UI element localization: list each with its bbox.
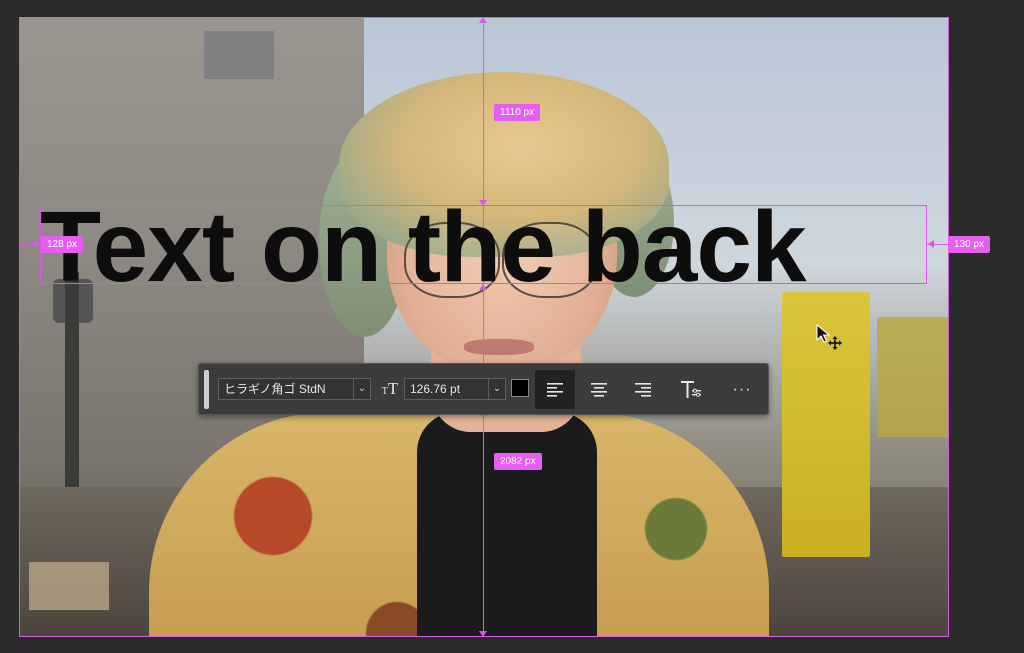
align-left-button[interactable] bbox=[535, 370, 575, 409]
toolbar-drag-handle[interactable] bbox=[204, 370, 209, 409]
font-family-select[interactable]: ヒラギノ角ゴ StdN ⌄ bbox=[218, 378, 371, 400]
top-guide-arrow-icon bbox=[479, 17, 487, 23]
measure-top: 1110 px bbox=[494, 104, 541, 121]
font-size-select[interactable]: 126.76 pt ⌄ bbox=[404, 378, 506, 400]
building-window bbox=[204, 31, 274, 79]
text-bounding-box[interactable] bbox=[40, 205, 927, 284]
text-options-button[interactable] bbox=[673, 370, 709, 409]
background-plank bbox=[29, 562, 109, 610]
person-turtleneck bbox=[417, 412, 597, 637]
chevron-down-icon[interactable]: ⌄ bbox=[353, 379, 370, 399]
more-options-button[interactable]: ··· bbox=[724, 370, 760, 409]
move-cursor-icon bbox=[816, 323, 846, 357]
background-sign bbox=[877, 317, 949, 437]
more-icon: ··· bbox=[732, 380, 752, 398]
text-settings-icon bbox=[681, 380, 701, 398]
contextual-text-toolbar: ヒラギノ角ゴ StdN ⌄ TT 126.76 pt ⌄ ··· bbox=[198, 363, 769, 415]
vertical-center-guide bbox=[483, 17, 484, 637]
align-right-icon bbox=[635, 382, 651, 397]
text-color-swatch[interactable] bbox=[511, 379, 529, 397]
align-right-button[interactable] bbox=[623, 370, 663, 409]
font-family-value: ヒラギノ角ゴ StdN bbox=[224, 382, 326, 396]
measure-right: 130 px bbox=[948, 236, 991, 253]
person-lips bbox=[464, 339, 534, 355]
align-center-icon bbox=[591, 382, 607, 397]
measure-left: 128 px bbox=[41, 236, 84, 253]
bottom-guide-arrow-icon bbox=[479, 631, 487, 637]
chevron-down-icon[interactable]: ⌄ bbox=[488, 379, 505, 399]
font-size-value: 126.76 pt bbox=[410, 382, 461, 396]
measure-bottom: 2082 px bbox=[494, 453, 542, 470]
street-lamp-pole bbox=[65, 272, 79, 517]
text-size-icon: TT bbox=[381, 379, 399, 398]
canvas-photo[interactable] bbox=[19, 17, 949, 637]
align-center-button[interactable] bbox=[579, 370, 619, 409]
align-left-icon bbox=[547, 382, 563, 397]
